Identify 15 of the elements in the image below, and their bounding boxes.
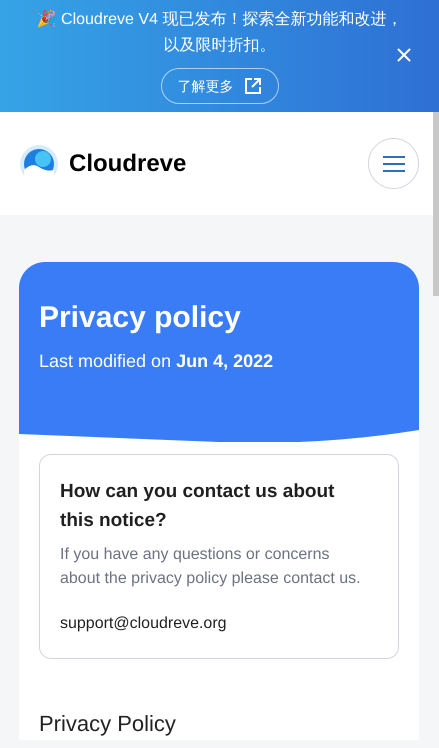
support-email: support@cloudreve.org bbox=[60, 614, 228, 634]
brand-name: Cloudreve bbox=[69, 148, 186, 178]
learn-more-button[interactable]: 了解更多 bbox=[160, 68, 278, 104]
contact-text: If you have any questions or concerns about the privacy policy please contact us. bbox=[60, 545, 362, 589]
logo-icon bbox=[19, 144, 59, 184]
last-modified-text: Last modified on Jun 4, 2022 bbox=[39, 350, 274, 373]
section-title: Privacy Policy bbox=[38, 710, 177, 738]
announcement-text: 🎉 Cloudreve V4 现已发布！探索全新功能和改进，以及限时折扣。 bbox=[36, 8, 404, 56]
menu-icon bbox=[382, 156, 404, 172]
external-link-icon bbox=[244, 77, 262, 95]
menu-button[interactable] bbox=[368, 138, 419, 189]
close-icon[interactable] bbox=[397, 48, 411, 62]
page-title: Privacy policy bbox=[39, 300, 242, 336]
contact-heading: How can you contact us about this notice? bbox=[60, 480, 336, 533]
scrollbar[interactable] bbox=[433, 112, 439, 296]
